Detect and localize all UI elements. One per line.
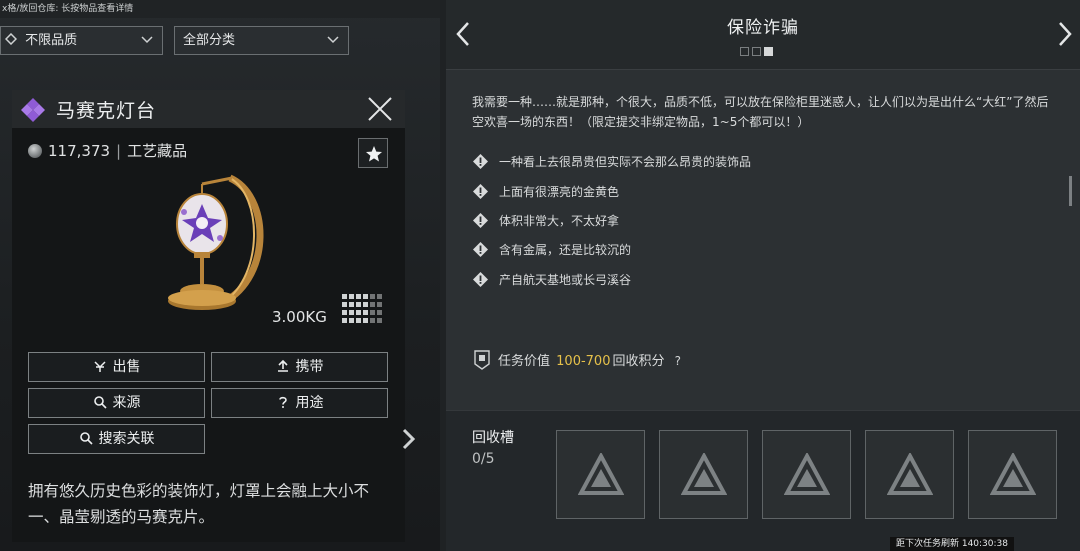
warning-icon [473, 213, 488, 228]
close-icon[interactable] [367, 96, 393, 122]
recycle-label: 回收槽 [472, 430, 514, 446]
usage-label: 用途 [295, 395, 324, 411]
favorite-button[interactable] [358, 138, 388, 168]
usage-button[interactable]: 用途 [211, 388, 388, 418]
warning-icon [473, 154, 488, 169]
item-weight: 3.00KG [272, 308, 327, 326]
category-filter-select[interactable]: 全部分类 [174, 26, 349, 55]
quality-icon [5, 33, 17, 45]
item-price: 117,373 [48, 142, 111, 160]
quest-requirement: 一种看上去很昂贵但实际不会那么昂贵的装饰品 [472, 153, 751, 170]
recycle-slot-icon [990, 453, 1036, 495]
requirement-text: 一种看上去很昂贵但实际不会那么昂贵的装饰品 [499, 155, 752, 169]
quest-panel: 保险诈骗 我需要一种……就是那种，个很大，品质不低，可以放在保险柜里迷惑人，让人… [446, 0, 1080, 551]
quest-refresh-timer: 距下次任务刷新 140:30:38 [889, 537, 1014, 551]
requirement-text: 上面有很漂亮的金黄色 [499, 185, 620, 199]
chevron-down-icon [141, 36, 153, 44]
item-detail-card: 马赛克灯台 117,373 | 工艺藏品 3.00KG 出售 携带 来源 用途 … [12, 90, 405, 542]
recycle-slot-icon [784, 453, 830, 495]
upload-icon [277, 359, 288, 372]
page-dot[interactable] [740, 47, 749, 56]
requirement-text: 体积非常大，不太好拿 [499, 214, 620, 228]
quest-requirement: 产自航天基地或长弓溪谷 [472, 271, 631, 288]
scrollbar[interactable] [1069, 176, 1072, 206]
chevron-right-icon[interactable] [400, 428, 416, 450]
quest-value-range: 100-700 [556, 354, 611, 369]
quest-value-unit: 回收积分 [612, 354, 665, 369]
quest-description: 我需要一种……就是那种，个很大，品质不低，可以放在保险柜里迷惑人，让人们以为是出… [472, 95, 1049, 129]
recycle-count: 0/5 [472, 451, 495, 467]
recycle-area: 回收槽 0/5 距下次任务刷新 140:30:38 [446, 410, 1080, 551]
requirement-text: 产自航天基地或长弓溪谷 [499, 273, 632, 287]
page-dot-active[interactable] [764, 47, 773, 56]
item-card-header: 马赛克灯台 [12, 90, 405, 128]
recycle-slot[interactable] [556, 430, 645, 519]
sell-icon [93, 361, 106, 372]
quest-requirement: 体积非常大，不太好拿 [472, 212, 619, 229]
item-grid-size-icon [342, 294, 382, 323]
sell-label: 出售 [112, 359, 141, 375]
quest-value-label: 任务价值 [498, 354, 551, 369]
warning-icon [473, 184, 488, 199]
warning-icon [473, 272, 488, 287]
recycle-slot[interactable] [659, 430, 748, 519]
category-filter-label: 全部分类 [183, 33, 236, 48]
item-name: 马赛克灯台 [56, 100, 157, 122]
quality-filter-select[interactable]: 不限品质 [0, 26, 163, 55]
item-description: 拥有悠久历史色彩的装饰灯，灯罩上会融上大小不一、晶莹剔透的马赛克片。 [28, 482, 370, 526]
requirement-text: 含有金属，还是比较沉的 [499, 243, 632, 257]
question-icon [278, 396, 287, 408]
carry-button[interactable]: 携带 [211, 352, 388, 382]
search-related-button[interactable]: 搜索关联 [28, 424, 205, 454]
quality-filter-label: 不限品质 [25, 33, 78, 48]
inventory-hint: x格/放回仓库: 长按物品查看详情 [0, 0, 440, 18]
chevron-down-icon [327, 36, 339, 44]
quest-header: 保险诈骗 [446, 0, 1080, 70]
source-label: 来源 [112, 395, 141, 411]
recycle-slot-icon [887, 453, 933, 495]
badge-icon [474, 350, 490, 370]
search-icon [79, 432, 93, 445]
page-dot[interactable] [752, 47, 761, 56]
chevron-right-icon[interactable] [1056, 20, 1074, 48]
help-icon[interactable]: ? [675, 354, 681, 368]
mosaic-lamp-image [168, 174, 264, 310]
coin-icon [28, 144, 42, 158]
carry-label: 携带 [295, 359, 324, 375]
warning-icon [473, 242, 488, 257]
star-icon [366, 146, 382, 162]
quest-title: 保险诈骗 [727, 18, 799, 38]
search-icon [93, 396, 107, 409]
recycle-slot[interactable] [762, 430, 851, 519]
price-separator: | [116, 142, 122, 160]
quest-value-row: 任务价值 100-700 回收积分 ? [474, 350, 681, 370]
quest-requirement: 上面有很漂亮的金黄色 [472, 183, 619, 200]
quest-page-indicator [740, 41, 776, 60]
recycle-slot-icon [681, 453, 727, 495]
search-related-label: 搜索关联 [98, 431, 155, 447]
recycle-slot-icon [578, 453, 624, 495]
rarity-diamond-icon [21, 98, 45, 122]
quest-requirement: 含有金属，还是比较沉的 [472, 241, 631, 258]
sell-button[interactable]: 出售 [28, 352, 205, 382]
recycle-slot[interactable] [865, 430, 954, 519]
source-button[interactable]: 来源 [28, 388, 205, 418]
recycle-slot[interactable] [968, 430, 1057, 519]
